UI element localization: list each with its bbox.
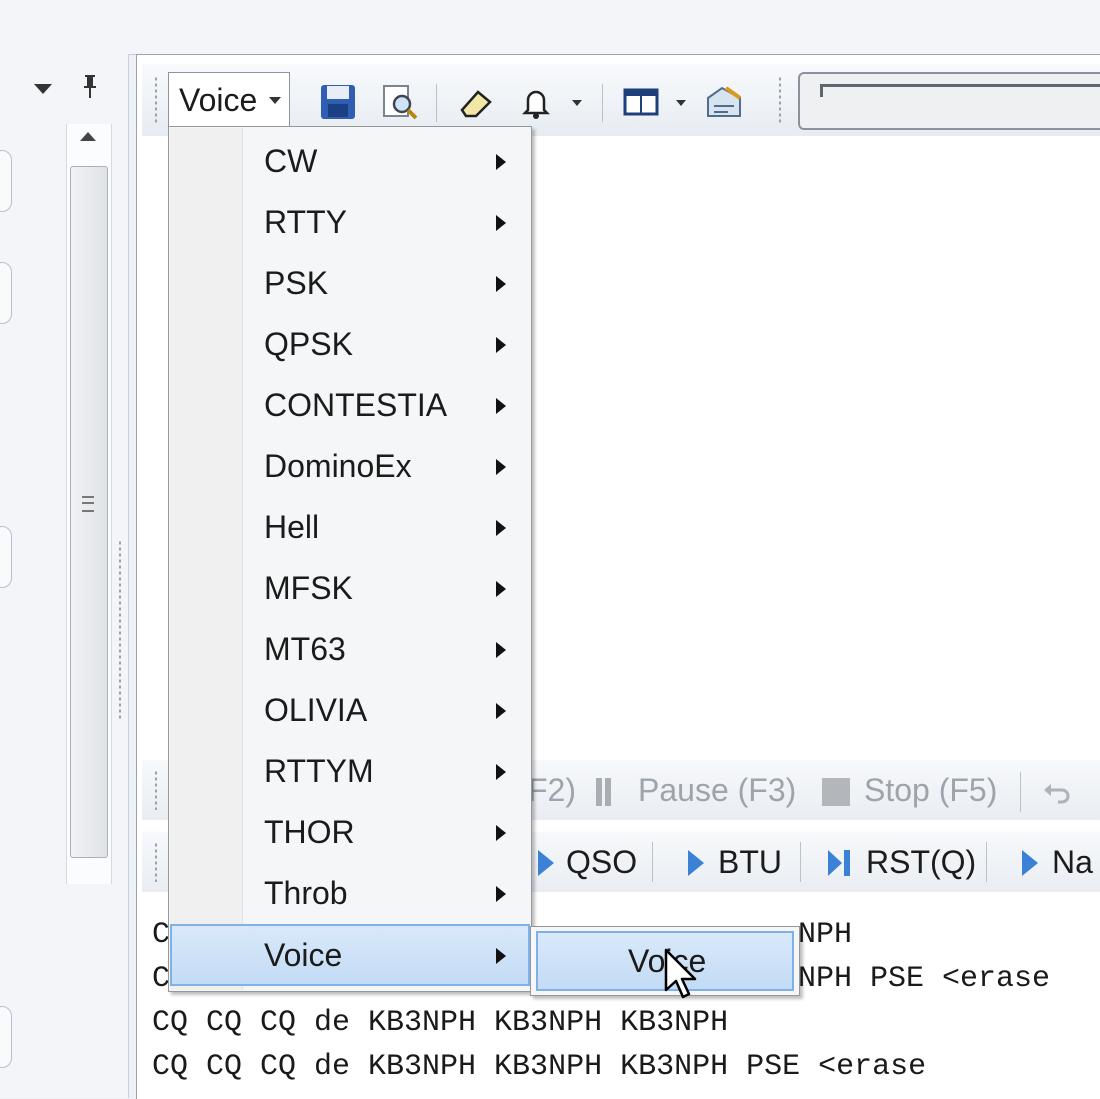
menu-item-label: MT63	[264, 631, 346, 667]
menu-item-label: CONTESTIA	[264, 387, 448, 423]
tx-bar-grip[interactable]	[154, 770, 158, 810]
scroll-grip-icon	[82, 496, 94, 512]
menu-item-dominoex[interactable]: DominoEx	[170, 437, 530, 495]
window-top-area	[0, 0, 1100, 55]
menu-item-psk[interactable]: PSK	[170, 254, 530, 312]
menu-item-hell[interactable]: Hell	[170, 498, 530, 556]
left-panel-tab[interactable]	[0, 526, 12, 588]
toolbar-separator	[436, 84, 437, 122]
scroll-up-arrow-icon[interactable]	[80, 132, 96, 141]
menu-item-label: PSK	[264, 265, 329, 301]
left-panel-tab[interactable]	[0, 150, 12, 212]
menu-item-label: THOR	[264, 814, 355, 850]
menu-item-label: Voice	[264, 937, 343, 973]
menu-item-rtty[interactable]: RTTY	[170, 193, 530, 251]
menu-item-qpsk[interactable]: QPSK	[170, 315, 530, 373]
panel-menu-chevron-icon[interactable]	[34, 84, 52, 94]
pause-icon	[596, 778, 602, 806]
submenu-arrow-icon	[496, 948, 506, 964]
toolbar-separator	[652, 842, 653, 882]
submenu-arrow-icon	[496, 276, 506, 292]
frequency-display[interactable]	[798, 72, 1100, 130]
eraser-icon[interactable]	[456, 82, 496, 122]
menu-item-label: DominoEx	[264, 448, 412, 484]
menu-item-olivia[interactable]: OLIVIA	[170, 681, 530, 739]
menu-item-label: Throb	[264, 875, 348, 911]
splitter-grip[interactable]	[118, 540, 122, 720]
menu-item-label: RTTYM	[264, 753, 374, 789]
menu-item-label: MFSK	[264, 570, 353, 606]
menu-item-label: QPSK	[264, 326, 353, 362]
frequency-display-inner	[820, 84, 1100, 97]
pause-button[interactable]: Pause (F3)	[638, 772, 796, 809]
submenu-arrow-icon	[496, 825, 506, 841]
macro-btu-button[interactable]: BTU	[718, 844, 782, 881]
menu-item-voice[interactable]: Voice	[170, 924, 530, 986]
toolbar-grip[interactable]	[154, 76, 158, 124]
play-icon	[538, 850, 554, 876]
menu-item-cw[interactable]: CW	[170, 132, 530, 190]
menu-item-thor[interactable]: THOR	[170, 803, 530, 861]
menu-item-mfsk[interactable]: MFSK	[170, 559, 530, 617]
tx-line: NPH PSE <erase	[798, 962, 1051, 996]
tx-return-icon[interactable]	[1040, 776, 1076, 812]
submenu-arrow-icon	[496, 520, 506, 536]
stop-button[interactable]: Stop (F5)	[864, 772, 997, 809]
layout-dropdown-chevron-icon[interactable]	[676, 100, 686, 106]
tx-line: CQ CQ CQ de KB3NPH KB3NPH KB3NPH PSE <er…	[152, 1050, 927, 1084]
menu-item-mt63[interactable]: MT63	[170, 620, 530, 678]
mode-dropdown-value: Voice	[179, 82, 258, 118]
submenu-arrow-icon	[496, 154, 506, 170]
submenu-arrow-icon	[496, 337, 506, 353]
macro-rst-button[interactable]: RST(Q)	[866, 844, 976, 881]
menu-item-label: CW	[264, 143, 318, 179]
submenu-arrow-icon	[496, 703, 506, 719]
play-icon	[1022, 850, 1038, 876]
menu-item-label: RTTY	[264, 204, 347, 240]
chevron-down-icon	[269, 97, 281, 104]
macro-bar-grip[interactable]	[154, 842, 158, 882]
window-layout-icon[interactable]	[622, 82, 662, 122]
submenu-arrow-icon	[496, 764, 506, 780]
transmit-button-label[interactable]: F2)	[528, 772, 576, 809]
toolbar-grip[interactable]	[778, 76, 782, 124]
left-panel-tab[interactable]	[0, 1006, 12, 1068]
toolbar-separator	[800, 842, 801, 882]
menu-item-rttym[interactable]: RTTYM	[170, 742, 530, 800]
toolbar-separator	[602, 84, 603, 122]
play-icon	[688, 850, 704, 876]
macro-qso-button[interactable]: QSO	[566, 844, 637, 881]
submenu-arrow-icon	[496, 642, 506, 658]
macro-name-button[interactable]: Na	[1052, 844, 1093, 881]
menu-item-throb[interactable]: Throb	[170, 864, 530, 922]
mouse-cursor-icon	[664, 948, 698, 1004]
print-preview-icon[interactable]	[380, 82, 420, 122]
tx-line: NPH	[798, 918, 853, 952]
menu-item-label: OLIVIA	[264, 692, 368, 728]
toolbar-separator	[986, 842, 987, 882]
left-panel-tab[interactable]	[0, 262, 12, 324]
mode-dropdown[interactable]: Voice	[168, 72, 290, 128]
submenu-arrow-icon	[496, 886, 506, 902]
bell-dropdown-chevron-icon[interactable]	[572, 100, 582, 106]
left-scrollbar-thumb[interactable]	[70, 166, 108, 858]
menu-item-label: Hell	[264, 509, 320, 545]
submenu-arrow-icon	[496, 398, 506, 414]
submenu-arrow-icon	[496, 581, 506, 597]
stop-icon	[822, 778, 850, 806]
bell-icon[interactable]	[516, 82, 556, 122]
pin-icon[interactable]	[80, 72, 100, 100]
settings-icon[interactable]	[704, 82, 744, 122]
submenu-arrow-icon	[496, 459, 506, 475]
menu-item-contestia[interactable]: CONTESTIA	[170, 376, 530, 434]
submenu-arrow-icon	[496, 215, 506, 231]
save-icon[interactable]	[318, 82, 358, 122]
toolbar-separator	[1020, 772, 1021, 812]
tx-line: CQ CQ CQ de KB3NPH KB3NPH KB3NPH	[152, 1006, 729, 1040]
